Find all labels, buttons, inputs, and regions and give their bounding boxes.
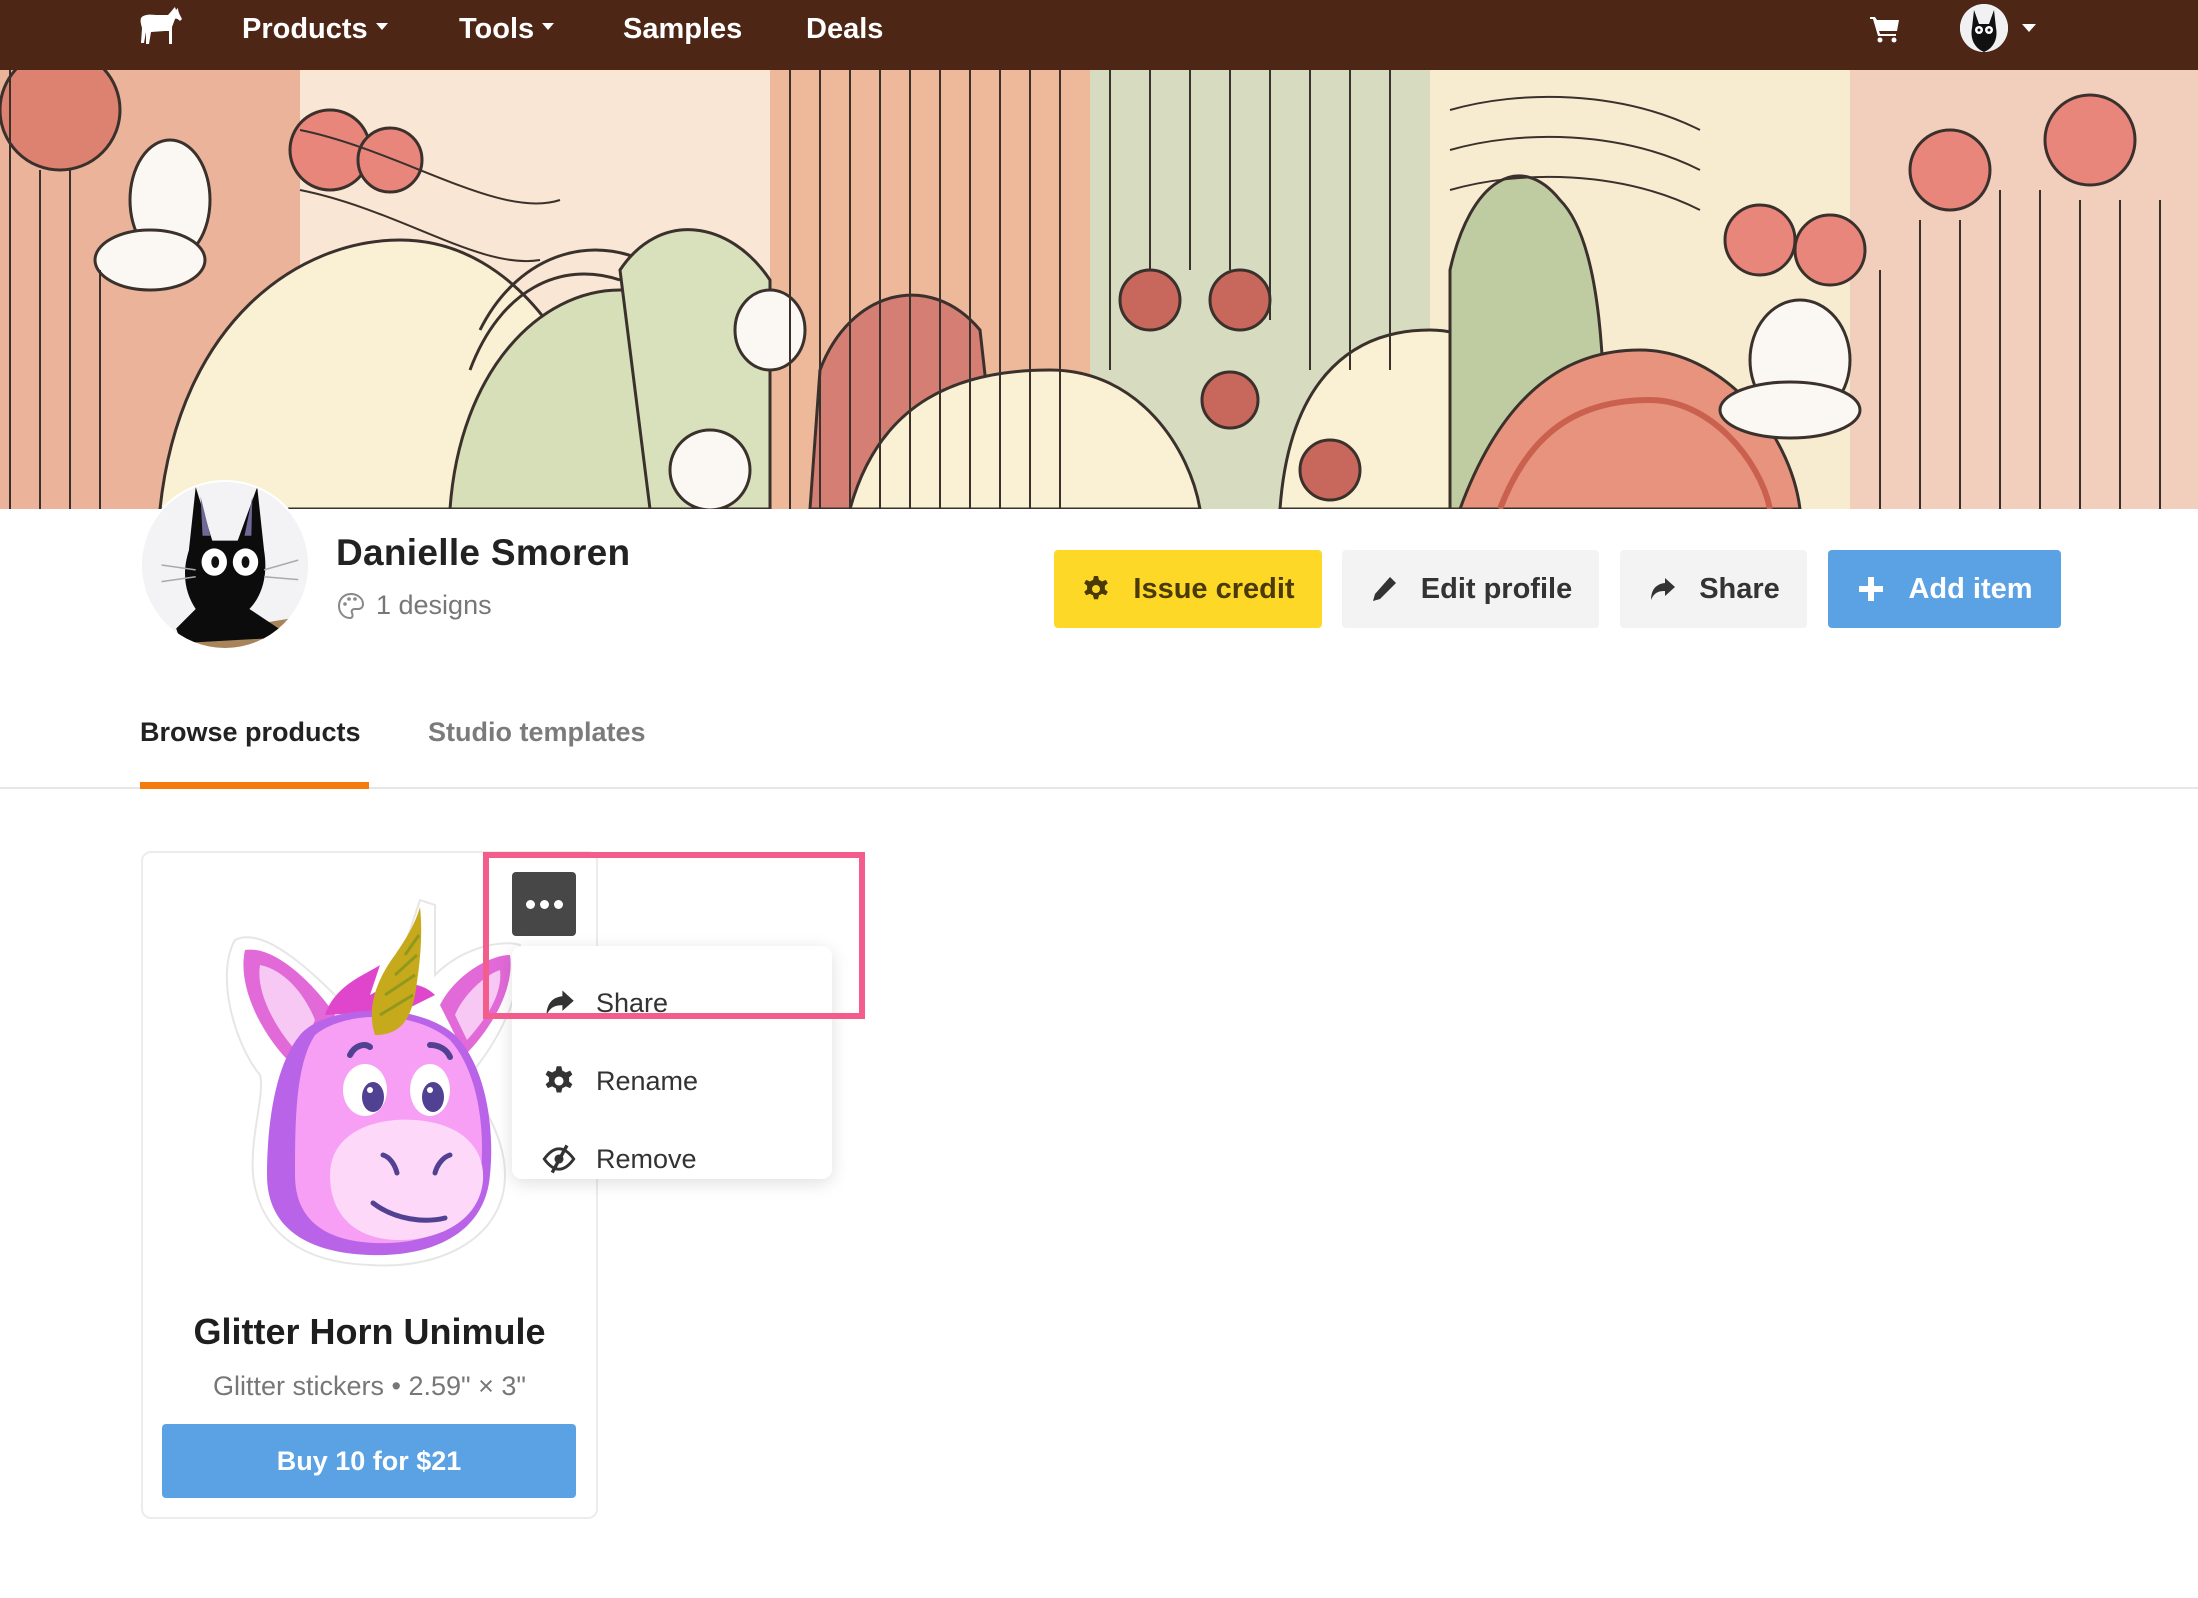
gear-icon (1084, 576, 1109, 600)
nav-tools[interactable]: Tools (459, 0, 555, 58)
share-profile-button[interactable]: Share (1620, 550, 1807, 628)
menu-item-label: Share (596, 987, 669, 1018)
nav-samples[interactable]: Samples (623, 0, 742, 58)
horse-logo-icon[interactable] (138, 6, 184, 46)
issue-credit-label: Issue credit (1133, 572, 1295, 605)
palette-icon (337, 592, 365, 619)
menu-item-label: Remove (596, 1143, 697, 1174)
edit-profile-label: Edit profile (1420, 572, 1573, 605)
cat-avatar-icon (142, 482, 308, 648)
dot-icon (539, 899, 549, 909)
profile-name: Danielle Smoren (336, 532, 631, 573)
pencil-icon (1372, 577, 1396, 601)
add-item-label: Add item (1908, 572, 2033, 605)
cart-icon[interactable] (1870, 15, 1900, 43)
share-icon (1651, 578, 1676, 600)
user-menu-caret-icon[interactable] (2022, 24, 2036, 32)
dot-icon (525, 899, 535, 909)
menu-item-share[interactable]: Share (512, 968, 832, 1038)
gear-icon (545, 1066, 573, 1093)
nav-products[interactable]: Products (242, 0, 388, 58)
product-options-menu: Share Rename Remove (512, 946, 832, 1179)
navbar: Products Tools Samples Deals (0, 0, 2198, 70)
menu-item-rename[interactable]: Rename (512, 1046, 832, 1116)
menu-item-remove[interactable]: Remove (512, 1124, 832, 1194)
nav-deals[interactable]: Deals (806, 0, 883, 58)
designs-count: 1 designs (336, 590, 492, 621)
eye-slash-icon (542, 1144, 576, 1174)
caret-down-icon (375, 22, 388, 30)
share-label: Share (1699, 572, 1780, 605)
profile-avatar (140, 480, 310, 650)
share-icon (546, 990, 574, 1016)
nav-products-label: Products (242, 13, 368, 45)
nav-tools-label: Tools (459, 13, 535, 45)
menu-item-label: Rename (596, 1065, 699, 1096)
tab-browse-products[interactable]: Browse products (140, 717, 361, 748)
more-options-button[interactable] (512, 872, 576, 936)
product-title: Glitter Horn Unimule (193, 1311, 546, 1352)
product-subtitle: Glitter stickers • 2.59" × 3" (213, 1371, 526, 1401)
unicorn-sticker-image[interactable] (205, 885, 525, 1270)
edit-profile-button[interactable]: Edit profile (1342, 550, 1599, 628)
buy-button[interactable]: Buy 10 for $21 (162, 1424, 576, 1498)
cactus-banner-illustration (0, 70, 2198, 509)
dot-icon (553, 899, 563, 909)
add-item-button[interactable]: Add item (1828, 550, 2061, 628)
issue-credit-button[interactable]: Issue credit (1054, 550, 1322, 628)
caret-down-icon (542, 22, 555, 30)
user-avatar[interactable] (1960, 4, 2008, 52)
designs-count-label: 1 designs (376, 590, 492, 620)
tab-studio-templates[interactable]: Studio templates (428, 717, 646, 748)
active-tab-indicator (140, 782, 369, 789)
cat-avatar-icon (1960, 4, 2008, 52)
plus-icon (1859, 577, 1884, 601)
profile-banner (0, 70, 2198, 509)
